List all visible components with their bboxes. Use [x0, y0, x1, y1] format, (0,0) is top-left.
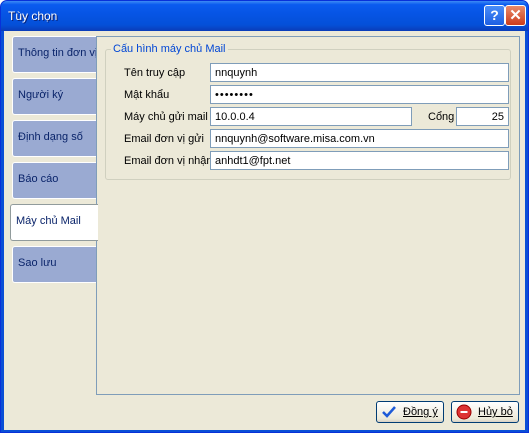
close-icon[interactable]: ✕	[505, 5, 526, 26]
tab-unit-info[interactable]: Thông tin đơn vị	[12, 36, 98, 73]
receiver-email-field[interactable]	[210, 151, 509, 170]
tab-label: Thông tin đơn vị	[18, 47, 98, 59]
window-title: Tùy chọn	[8, 9, 58, 23]
password-label: Mật khẩu	[124, 89, 170, 101]
dialog-body: Thông tin đơn vị Người ký Định dạng số B…	[4, 31, 525, 430]
sender-email-field[interactable]	[210, 129, 509, 148]
group-title: Cấu hình máy chủ Mail	[111, 43, 228, 55]
tab-label: Người ký	[18, 89, 64, 101]
port-label: Cổng	[428, 111, 455, 123]
mail-settings-panel: Cấu hình máy chủ Mail Tên truy cập Mật k…	[96, 36, 520, 395]
cancel-icon	[456, 404, 472, 420]
tab-label: Báo cáo	[18, 173, 59, 185]
tab-backup[interactable]: Sao lưu	[12, 246, 96, 283]
smtp-server-label: Máy chủ gửi mail	[124, 111, 208, 123]
cancel-label: Hủy bỏ	[478, 406, 513, 418]
receiver-email-label: Email đơn vị nhận	[124, 155, 213, 167]
ok-button[interactable]: Đồng ý	[376, 401, 444, 423]
username-label: Tên truy cập	[124, 67, 186, 79]
port-field[interactable]	[456, 107, 509, 126]
title-bar[interactable]: Tùy chọn ? ✕	[1, 1, 528, 31]
tab-signer[interactable]: Người ký	[12, 78, 96, 115]
help-icon[interactable]: ?	[484, 5, 505, 26]
ok-label: Đồng ý	[403, 406, 438, 418]
smtp-server-field[interactable]	[210, 107, 412, 126]
password-field[interactable]	[210, 85, 509, 104]
options-dialog: Tùy chọn ? ✕ Thông tin đơn vị Người ký Đ…	[0, 0, 529, 433]
username-field[interactable]	[210, 63, 509, 82]
tab-label: Máy chủ Mail	[16, 215, 81, 227]
tab-label: Định dạng số	[18, 131, 83, 143]
sender-email-label: Email đơn vị gửi	[124, 133, 204, 145]
tab-mail-server[interactable]: Máy chủ Mail	[10, 204, 98, 241]
tab-label: Sao lưu	[18, 257, 57, 269]
tab-number-format[interactable]: Định dạng số	[12, 120, 96, 157]
check-icon	[382, 406, 396, 418]
tab-report[interactable]: Báo cáo	[12, 162, 96, 199]
mail-config-group: Cấu hình máy chủ Mail Tên truy cập Mật k…	[105, 43, 511, 180]
cancel-button[interactable]: Hủy bỏ	[451, 401, 519, 423]
